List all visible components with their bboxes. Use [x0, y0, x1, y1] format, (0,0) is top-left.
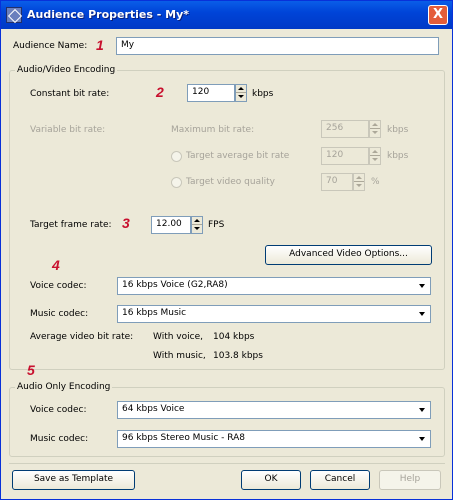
- spin-up-icon[interactable]: [370, 148, 380, 156]
- target-average-spinner[interactable]: [369, 147, 381, 165]
- spin-down-icon[interactable]: [192, 225, 202, 233]
- voice-codec-select[interactable]: 16 kbps Voice (G2,RA8): [117, 277, 431, 295]
- music-codec-select[interactable]: 16 kbps Music: [117, 305, 431, 323]
- app-icon: [6, 7, 22, 23]
- title-bar[interactable]: Audience Properties - My* X: [1, 1, 452, 29]
- step-marker-1: 1: [96, 37, 104, 53]
- constant-bit-rate-input[interactable]: 120: [187, 84, 235, 102]
- ok-button[interactable]: OK: [241, 470, 301, 490]
- audience-name-label: Audience Name:: [13, 41, 88, 51]
- target-frame-rate-input[interactable]: 12.00: [151, 216, 191, 234]
- voice-codec-value: 16 kbps Voice (G2,RA8): [122, 280, 228, 290]
- audio-music-codec-label: Music codec:: [30, 434, 89, 444]
- audience-name-input[interactable]: My: [116, 37, 439, 55]
- spin-up-icon[interactable]: [192, 217, 202, 225]
- audience-properties-dialog: Audience Properties - My* X Audience Nam…: [0, 0, 453, 500]
- maximum-bit-rate-label: Maximum bit rate:: [171, 125, 255, 135]
- maximum-bit-rate-input[interactable]: 256: [321, 120, 369, 138]
- spin-up-icon[interactable]: [236, 85, 246, 93]
- variable-bit-rate-label: Variable bit rate:: [30, 125, 106, 135]
- av-encoding-group-title: Audio/Video Encoding: [15, 65, 118, 75]
- target-quality-input[interactable]: 70: [321, 173, 353, 191]
- step-marker-5: 5: [27, 362, 35, 378]
- target-quality-radio[interactable]: [171, 177, 182, 188]
- maximum-bit-rate-unit: kbps: [387, 125, 409, 135]
- spin-up-icon[interactable]: [354, 174, 364, 182]
- spin-down-icon[interactable]: [236, 93, 246, 101]
- target-quality-spinner[interactable]: [353, 173, 365, 191]
- chevron-down-icon[interactable]: [414, 278, 430, 294]
- target-average-radio[interactable]: [171, 151, 182, 162]
- constant-bit-rate-unit: kbps: [252, 89, 274, 99]
- audio-only-group-title: Audio Only Encoding: [15, 382, 113, 392]
- footer-divider: [9, 463, 445, 464]
- audio-voice-codec-select[interactable]: 64 kbps Voice: [117, 401, 431, 419]
- target-average-unit: kbps: [387, 151, 409, 161]
- advanced-video-options-button[interactable]: Advanced Video Options...: [265, 245, 432, 265]
- window-title: Audience Properties - My*: [27, 8, 190, 21]
- spin-down-icon[interactable]: [354, 182, 364, 190]
- chevron-down-icon[interactable]: [414, 431, 430, 447]
- audio-voice-codec-label: Voice codec:: [30, 405, 87, 415]
- spin-down-icon[interactable]: [370, 156, 380, 164]
- average-video-bit-rate-label: Average video bit rate:: [30, 332, 134, 342]
- music-codec-label: Music codec:: [30, 309, 89, 319]
- spin-up-icon[interactable]: [370, 121, 380, 129]
- audio-music-codec-select[interactable]: 96 kbps Stereo Music - RA8: [117, 430, 431, 448]
- constant-bit-rate-spinner[interactable]: [235, 84, 247, 102]
- save-as-template-button[interactable]: Save as Template: [12, 470, 135, 490]
- with-voice-label: With voice,: [153, 332, 203, 342]
- with-music-label: With music,: [153, 351, 206, 361]
- cancel-button[interactable]: Cancel: [310, 470, 370, 490]
- target-quality-label: Target video quality: [186, 177, 275, 187]
- chevron-down-icon[interactable]: [414, 402, 430, 418]
- close-button[interactable]: X: [428, 5, 448, 25]
- target-frame-rate-label: Target frame rate:: [30, 220, 112, 230]
- target-frame-rate-unit: FPS: [208, 220, 225, 230]
- chevron-down-icon[interactable]: [414, 306, 430, 322]
- audio-voice-codec-value: 64 kbps Voice: [122, 404, 185, 414]
- maximum-bit-rate-spinner[interactable]: [369, 120, 381, 138]
- step-marker-4: 4: [52, 257, 60, 273]
- help-button[interactable]: Help: [379, 470, 441, 490]
- target-frame-rate-spinner[interactable]: [191, 216, 203, 234]
- music-codec-value: 16 kbps Music: [122, 308, 187, 318]
- step-marker-3: 3: [122, 215, 130, 231]
- spin-down-icon[interactable]: [370, 129, 380, 137]
- target-average-label: Target average bit rate: [186, 151, 290, 161]
- target-average-input[interactable]: 120: [321, 147, 369, 165]
- with-music-value: 103.8 kbps: [213, 351, 263, 361]
- target-quality-unit: %: [371, 177, 380, 187]
- step-marker-2: 2: [156, 84, 164, 100]
- constant-bit-rate-label: Constant bit rate:: [30, 89, 110, 99]
- with-voice-value: 104 kbps: [213, 332, 255, 342]
- audio-music-codec-value: 96 kbps Stereo Music - RA8: [122, 433, 246, 443]
- voice-codec-label: Voice codec:: [30, 281, 87, 291]
